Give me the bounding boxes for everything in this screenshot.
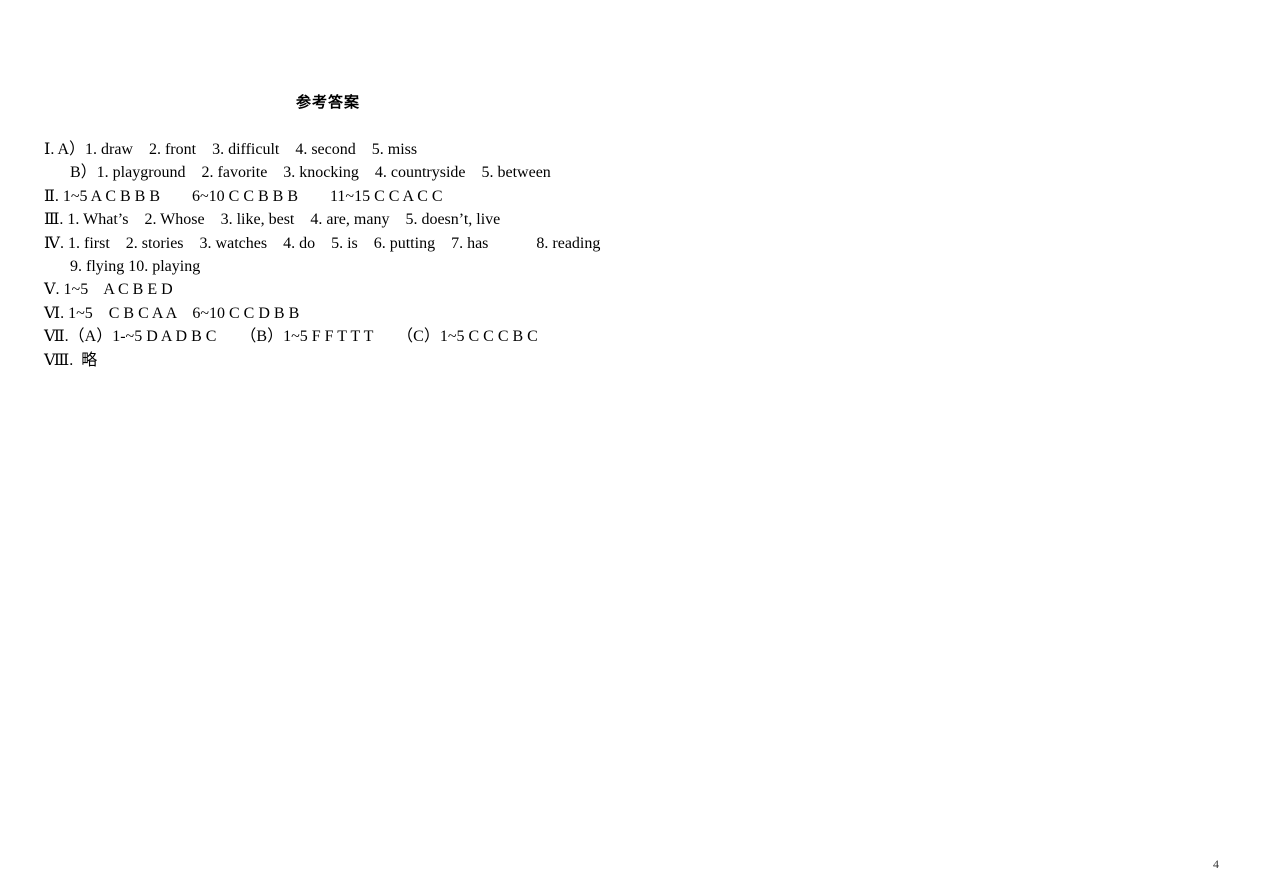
answer-line: Ⅷ. 略 [44, 351, 98, 369]
page-title: 参考答案 [295, 93, 360, 111]
answer-key-body: Ⅰ. A）1. draw 2. front 3. difficult 4. se… [44, 138, 1194, 372]
answer-line: B）1. playground 2. favorite 3. knocking … [70, 164, 551, 182]
answer-line: Ⅳ. 1. first 2. stories 3. watches 4. do … [44, 234, 601, 252]
answer-line: Ⅰ. A）1. draw 2. front 3. difficult 4. se… [44, 141, 418, 158]
answer-line: 9. flying 10. playing [70, 258, 201, 276]
answer-line: Ⅱ. 1~5 A C B B B 6~10 C C B B B 11~15 C … [44, 187, 443, 205]
document-page: 参考答案 Ⅰ. A）1. draw 2. front 3. difficult … [0, 0, 1263, 893]
answer-line: Ⅴ. 1~5 A C B E D [44, 281, 173, 299]
answer-line: Ⅲ. 1. What’s 2. Whose 3. like, best 4. a… [44, 211, 501, 229]
page-number: 4 [1213, 857, 1219, 871]
answer-line: Ⅶ.（A）1-~5 D A D B C （B）1~5 F F T T T （C）… [44, 328, 538, 346]
answer-line: Ⅵ. 1~5 C B C A A 6~10 C C D B B [44, 304, 300, 322]
